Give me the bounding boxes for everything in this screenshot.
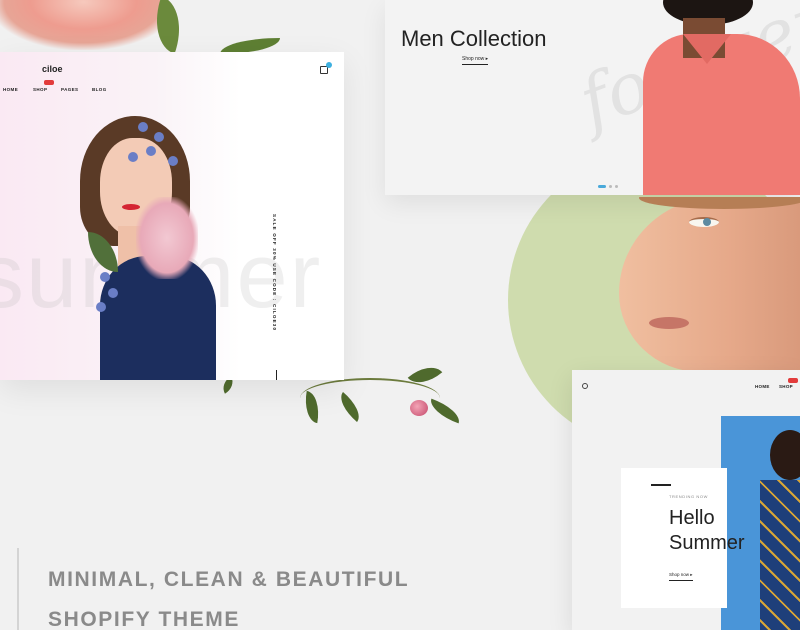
search-icon[interactable] [582, 383, 588, 389]
home-page-preview: summer ciloe HOME SHOP PAGES BLOG SALE O… [0, 52, 344, 380]
slider-dot[interactable] [609, 185, 612, 188]
male-model-image [643, 0, 800, 195]
flower-illustration [88, 122, 248, 322]
male-closeup-image [619, 197, 800, 372]
men-collection-preview: forever Men Collection Shop now ▸ [385, 0, 800, 195]
nav-blog[interactable]: BLOG [92, 87, 107, 92]
men-collection-title: Men Collection [401, 26, 547, 51]
trending-label: TRENDING NOW [669, 494, 708, 499]
nav-home[interactable]: HOME [755, 384, 770, 389]
slider-dot-active[interactable] [598, 185, 606, 188]
rose-illustration-top [0, 0, 160, 50]
nav-pages[interactable]: PAGES [61, 87, 78, 92]
site-logo[interactable]: ciloe [42, 64, 63, 74]
summer-page-preview: HOME SHOP TRENDING NOW Hello Summer Shop… [572, 370, 800, 630]
promo-line [276, 370, 277, 380]
hot-badge [44, 80, 54, 85]
promo-vertical-text: SALE OFF 30% USE CODE : CILOE30 [272, 214, 277, 332]
hello-summer-heading: Hello Summer [669, 507, 745, 554]
accent-line [17, 548, 19, 630]
shop-now-link[interactable]: Shop now ▸ [462, 56, 489, 65]
hot-badge [788, 378, 798, 383]
model-image [760, 430, 800, 630]
cart-count-badge [326, 62, 332, 68]
slider-dot[interactable] [615, 185, 618, 188]
shop-now-link[interactable]: Shop now ▸ [669, 572, 693, 581]
promo-dash [651, 484, 671, 486]
nav-shop[interactable]: SHOP [33, 87, 47, 92]
headline-line-1: MINIMAL, CLEAN & BEAUTIFUL [48, 568, 410, 591]
headline-line-2: SHOPIFY THEME [48, 608, 240, 630]
nav-home[interactable]: HOME [3, 87, 18, 92]
nav-shop[interactable]: SHOP [779, 384, 793, 389]
